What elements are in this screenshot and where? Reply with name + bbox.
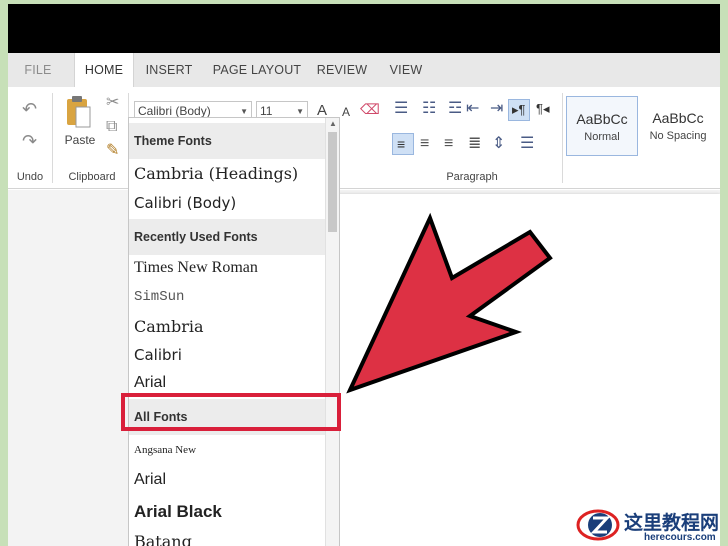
style-no-spacing-name: No Spacing (649, 130, 707, 142)
clipboard-group-label: Clipboard (68, 171, 116, 183)
align-left-button[interactable]: ≡ (392, 133, 414, 155)
multilevel-list-icon[interactable]: ☲ (448, 101, 462, 117)
recent-fonts-header: Recently Used Fonts (129, 219, 326, 255)
watermark-logo-icon (576, 509, 620, 541)
font-option-batang[interactable]: Batang (134, 532, 192, 546)
rtl-direction-icon[interactable]: ¶◂ (536, 101, 550, 117)
all-fonts-highlight-box (121, 393, 341, 431)
font-option-calibri[interactable]: Calibri (134, 346, 182, 364)
font-option-arial[interactable]: Arial (134, 471, 166, 489)
justify-icon[interactable]: ≣ (468, 136, 481, 152)
style-normal[interactable]: AaBbCc Normal (566, 96, 638, 156)
tab-review[interactable]: REVIEW (316, 53, 368, 87)
shrink-font-icon[interactable]: A (342, 105, 350, 119)
watermark-title: 这里教程网 (624, 512, 720, 534)
increase-indent-icon[interactable]: ⇥ (490, 101, 503, 117)
group-divider (52, 93, 53, 183)
paste-icon[interactable] (64, 95, 92, 129)
pilcrow-ltr-icon: ▸¶ (512, 102, 526, 117)
paragraph-group-label: Paragraph (446, 171, 498, 183)
font-option-arial-black[interactable]: Arial Black (134, 502, 222, 522)
tab-page-layout[interactable]: PAGE LAYOUT (212, 53, 302, 87)
bullets-icon[interactable]: ☰ (394, 101, 408, 117)
font-option-cambria[interactable]: Cambria (134, 317, 204, 336)
font-option-times-new-roman[interactable]: Times New Roman (134, 259, 258, 277)
clear-formatting-icon[interactable]: ⌫ (360, 101, 380, 118)
numbering-icon[interactable]: ☷ (422, 101, 436, 117)
watermark-subtitle: herecours.com (644, 532, 716, 543)
style-no-spacing[interactable]: AaBbCc No Spacing (642, 96, 714, 156)
align-right-icon[interactable]: ≡ (444, 136, 453, 152)
style-no-spacing-sample: AaBbCc (652, 110, 704, 126)
tab-home[interactable]: HOME (74, 53, 134, 87)
line-spacing-icon[interactable]: ⇕ (492, 136, 505, 152)
font-size-value: 11 (260, 104, 273, 118)
watermark: 这里教程网 herecours.com (576, 504, 726, 546)
font-option-calibri-body[interactable]: Calibri (Body) (134, 194, 236, 212)
paragraph-spacing-icon[interactable]: ☰ (520, 136, 534, 152)
undo-group-label: Undo (16, 171, 44, 183)
undo-icon[interactable]: ↶ (22, 100, 37, 118)
tab-insert[interactable]: INSERT (142, 53, 196, 87)
align-left-icon: ≡ (397, 136, 406, 152)
pointer-arrow-icon (346, 212, 553, 394)
group-divider (562, 93, 563, 183)
ribbon-tabs: FILE HOME INSERT PAGE LAYOUT REVIEW VIEW (8, 53, 720, 87)
copy-icon[interactable]: ⧉ (106, 119, 117, 135)
redo-icon[interactable]: ↷ (22, 132, 37, 150)
cut-icon[interactable]: ✂ (106, 95, 119, 111)
align-center-icon[interactable]: ≡ (420, 136, 429, 152)
font-option-arial-recent[interactable]: Arial (134, 374, 166, 392)
format-painter-icon[interactable]: ✎ (106, 143, 119, 159)
font-option-angsana-new[interactable]: Angsana New (134, 444, 196, 456)
font-option-simsun[interactable]: SimSun (134, 289, 184, 305)
theme-fonts-header: Theme Fonts (129, 123, 326, 159)
font-option-cambria-headings[interactable]: Cambria (Headings) (134, 164, 298, 183)
style-normal-sample: AaBbCc (576, 111, 628, 127)
paste-button-label[interactable]: Paste (60, 133, 100, 147)
tab-view[interactable]: VIEW (386, 53, 426, 87)
ribbon: ↶ ↷ Undo Paste ✂ ⧉ ✎ Clipboard Calibri (… (8, 87, 720, 189)
font-name-value: Calibri (Body) (138, 104, 211, 118)
decrease-indent-icon[interactable]: ⇤ (466, 101, 479, 117)
title-bar (8, 4, 720, 53)
style-normal-name: Normal (584, 131, 620, 143)
ltr-direction-button[interactable]: ▸¶ (508, 99, 530, 121)
scroll-up-icon[interactable]: ▲ (329, 119, 337, 128)
tab-file[interactable]: FILE (16, 53, 60, 87)
font-dropdown: Theme Fonts Cambria (Headings) Calibri (… (128, 117, 340, 546)
